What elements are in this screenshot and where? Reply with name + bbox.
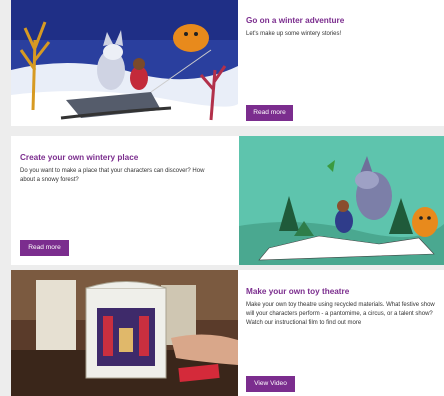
card-description: Do you want to make a place that your ch…: [20, 168, 205, 184]
read-more-button[interactable]: Read more: [20, 240, 69, 256]
card-description: Let's make up some wintery stories!: [246, 31, 342, 38]
card-wintery-place: Create your own wintery place Do you wan…: [11, 136, 444, 265]
card-description: Make your own toy theatre using recycled…: [246, 302, 435, 326]
winter-adventure-illustration[interactable]: [11, 0, 238, 126]
wintery-place-illustration[interactable]: [239, 136, 444, 265]
card-winter-adventure: Go on a winter adventure Let's make up s…: [11, 0, 444, 126]
toy-theatre-photo[interactable]: [11, 270, 238, 396]
card-title: Go on a winter adventure: [246, 16, 345, 25]
card-title: Create your own wintery place: [20, 153, 139, 162]
read-more-button[interactable]: Read more: [246, 105, 293, 121]
view-video-button[interactable]: View Video: [246, 376, 295, 392]
card-title: Make your own toy theatre: [246, 287, 350, 296]
card-toy-theatre: Make your own toy theatre Make your own …: [11, 270, 444, 396]
